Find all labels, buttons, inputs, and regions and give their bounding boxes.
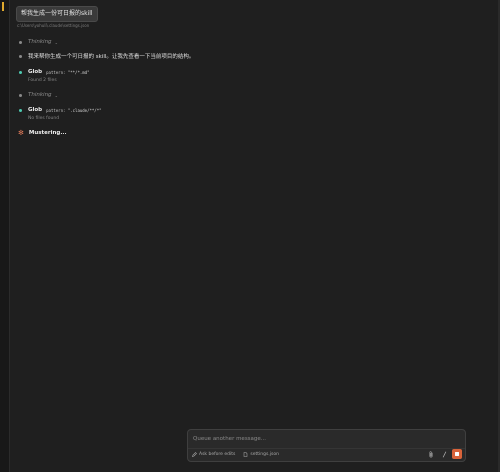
composer-footer: Ask before edits settings.json [192,450,287,459]
stop-icon [455,452,459,456]
tool-parameter: pattern: "**/*.md" [46,70,89,75]
message-composer: Ask before edits settings.json [187,429,466,462]
assistant-text: 我来帮你生成一个可日报的 skill。让我先查看一下当前项目的结构。 [28,54,195,60]
status-dot-icon [19,54,22,58]
param-key: pattern: [46,107,66,113]
file-chip-label: settings.json [250,452,279,457]
assistant-message: 我来帮你生成一个可日报的 skill。让我先查看一下当前项目的结构。 [19,51,194,61]
edit-mode-button[interactable]: Ask before edits [192,450,235,459]
tool-call-glob[interactable]: Glob pattern: "**/*.md" [19,67,90,77]
spinner-icon: ✻ [18,129,24,137]
chevron-down-icon: ⌄ [54,39,58,45]
status-dot-icon [19,93,22,97]
tool-name: Glob [28,69,43,75]
paperclip-icon [429,450,433,457]
pencil-icon [192,452,197,457]
success-dot-icon [19,108,22,112]
user-message[interactable]: 帮我生成一份可日报的skill [16,6,98,22]
thinking-block[interactable]: Thinking ⌄ [19,37,58,47]
param-value: "**/*.md" [67,69,90,75]
activity-gutter [0,0,10,472]
status-text: Mustering... [28,130,67,136]
chevron-down-icon: ⌄ [54,92,58,98]
working-status: ✻ Mustering... [18,129,67,137]
param-key: pattern: [46,69,66,75]
thinking-label: Thinking [28,92,52,98]
file-context-chip[interactable]: settings.json [243,450,279,459]
thinking-block[interactable]: Thinking ⌄ [19,90,58,100]
success-dot-icon [19,70,22,74]
slash-icon [442,451,446,457]
tool-result: Found 2 files [28,78,57,83]
composer-actions [423,449,462,459]
tool-name: Glob [28,107,43,113]
tool-parameter: pattern: ".claude/**/*" [46,108,101,113]
status-dot-icon [19,40,22,44]
param-value: ".claude/**/*" [67,107,102,113]
tool-call-glob[interactable]: Glob pattern: ".claude/**/*" [19,105,102,115]
file-icon [244,452,248,457]
attach-button[interactable] [426,449,436,459]
message-input[interactable] [193,434,453,443]
gutter-indicator [2,2,4,11]
edit-mode-label: Ask before edits [199,452,236,457]
context-file-path[interactable]: c:\Users\yohuli\.claude\settings.json [17,23,89,28]
stop-button[interactable] [452,449,462,459]
tool-result: No files found [28,116,60,121]
thinking-label: Thinking [28,39,52,45]
slash-command-button[interactable] [439,449,449,459]
